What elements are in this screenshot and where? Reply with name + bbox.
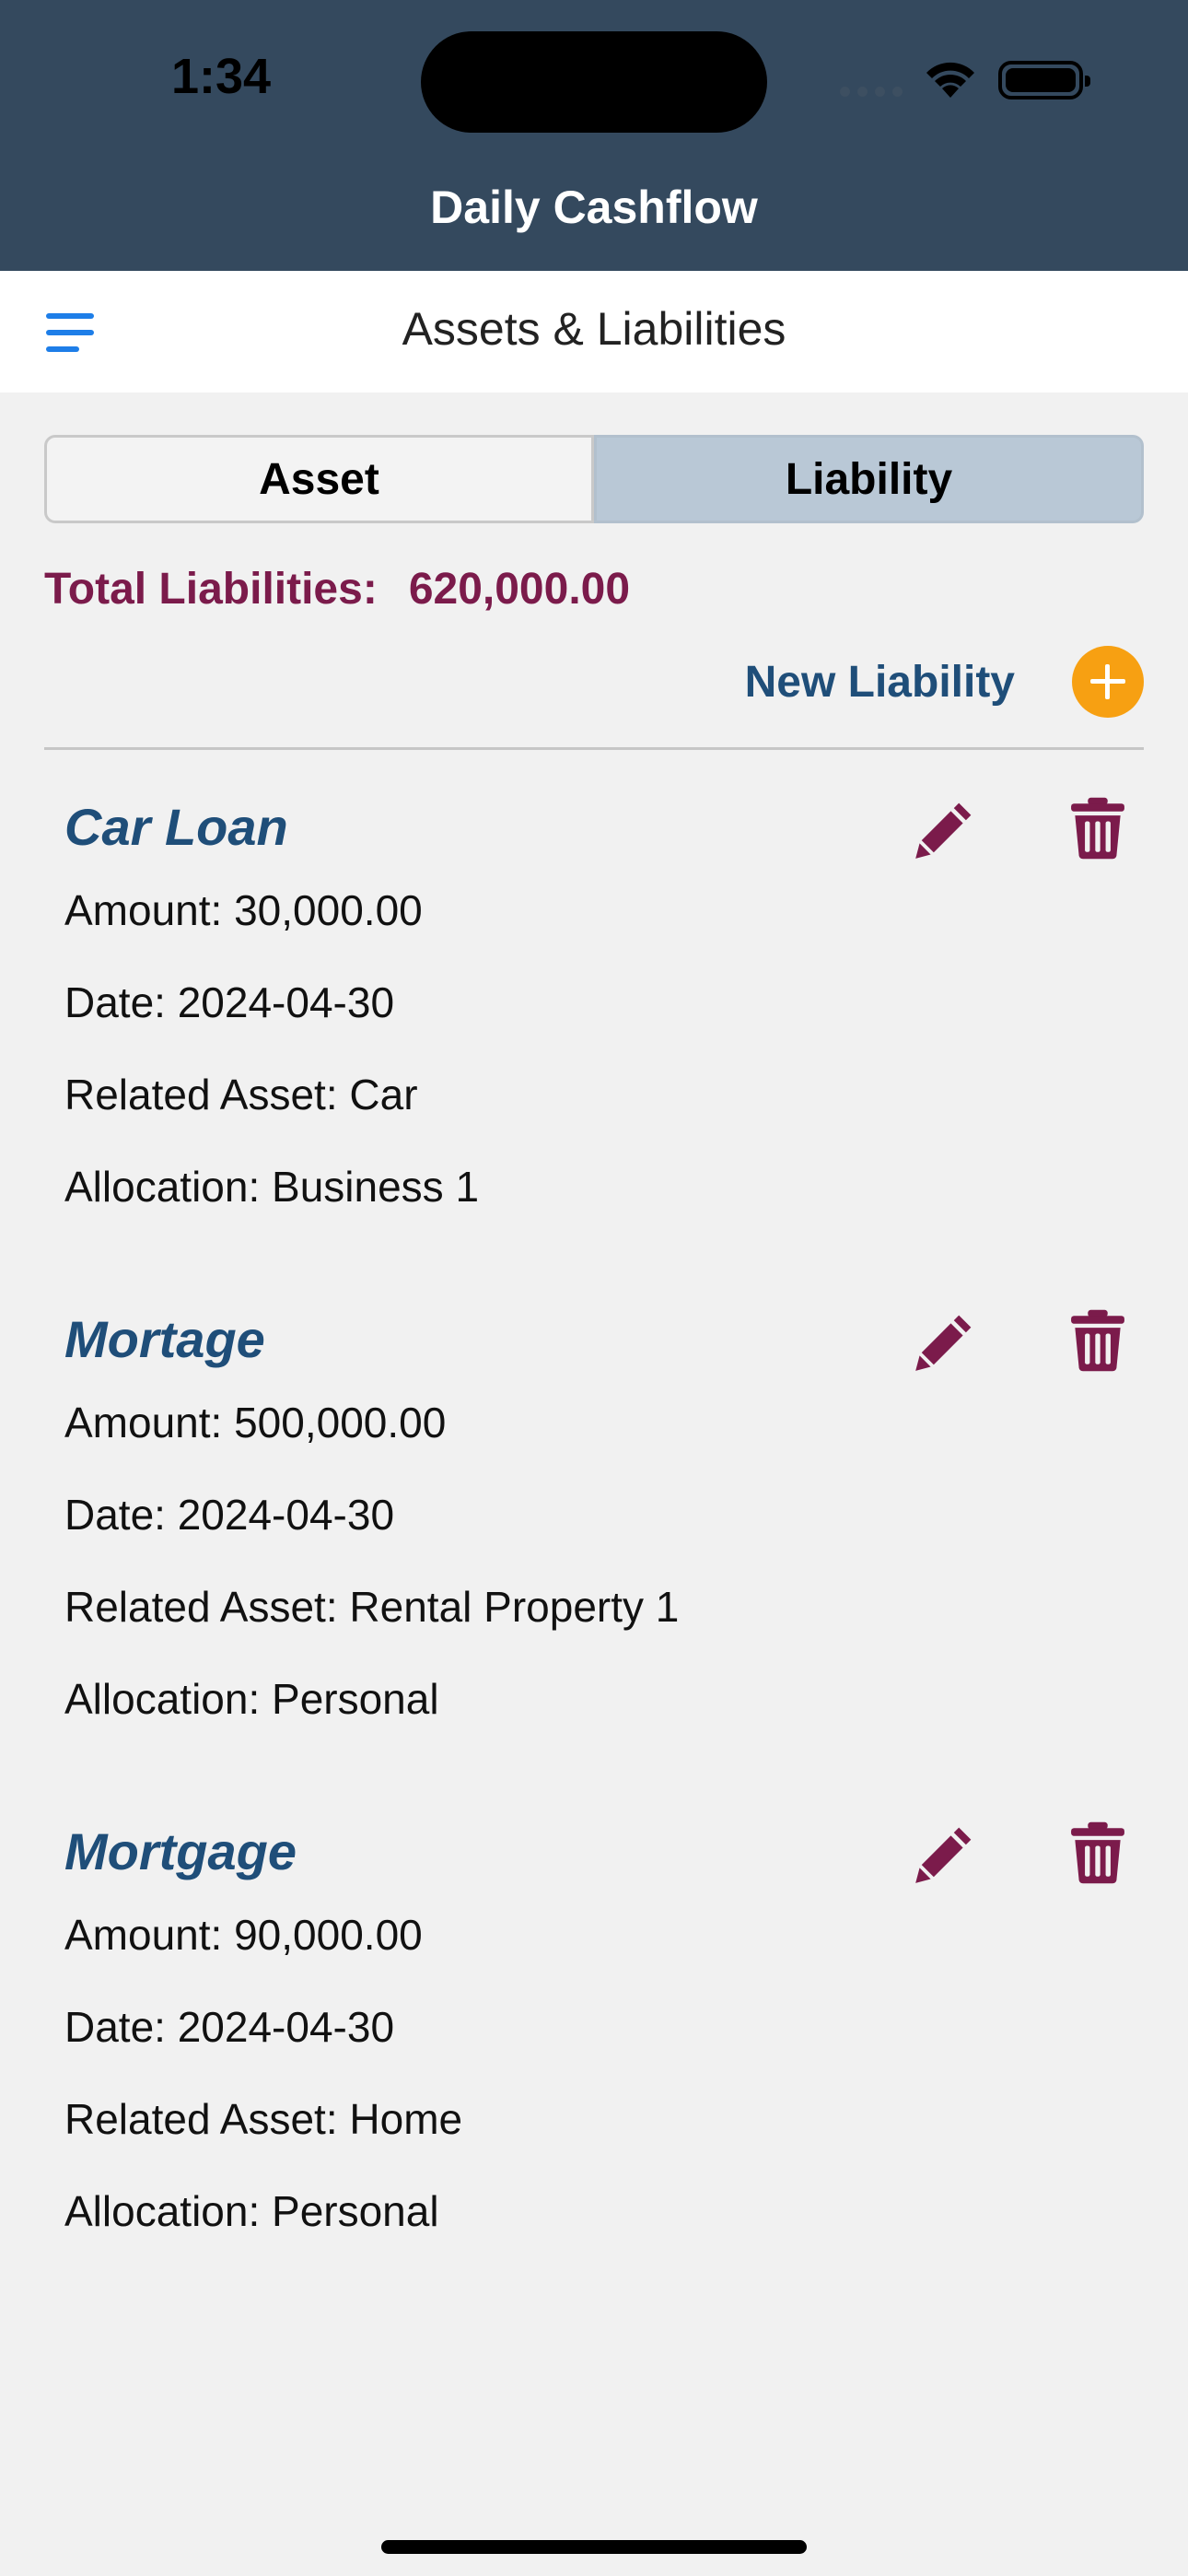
pencil-icon[interactable] [914, 796, 978, 861]
cellular-signal-icon [840, 87, 903, 97]
home-indicator[interactable] [381, 2540, 807, 2554]
trash-icon[interactable] [1070, 1308, 1125, 1373]
new-liability-row: New Liability [745, 645, 1144, 719]
liability-related-asset: Related Asset: Home [64, 2095, 463, 2143]
liability-item: Mortgage Amount: 90,000.00 Date: 2024-04… [64, 1815, 1124, 2257]
tab-asset[interactable]: Asset [44, 435, 594, 523]
top-bar: 1:34 Daily Cashflow [0, 0, 1188, 271]
liability-amount: Amount: 500,000.00 [64, 1399, 447, 1446]
liability-item: Car Loan Amount: 30,000.00 Date: 2024-04… [64, 790, 1124, 1233]
page-title: Assets & Liabilities [402, 303, 786, 355]
liability-related-asset: Related Asset: Rental Property 1 [64, 1583, 680, 1631]
liability-related-asset: Related Asset: Car [64, 1071, 418, 1118]
app-title: Daily Cashflow [430, 181, 758, 233]
liability-allocation: Allocation: Personal [64, 1675, 439, 1723]
liability-amount: Amount: 30,000.00 [64, 886, 423, 934]
liability-item: Mortage Amount: 500,000.00 Date: 2024-04… [64, 1303, 1124, 1745]
total-liabilities-label: Total Liabilities: [44, 565, 378, 614]
liability-allocation: Allocation: Personal [64, 2187, 439, 2235]
status-time: 1:34 [171, 49, 272, 104]
total-liabilities-value: 620,000.00 [408, 565, 631, 614]
liability-date: Date: 2024-04-30 [64, 1491, 395, 1539]
trash-icon[interactable] [1070, 1821, 1125, 1885]
nav-header: Assets & Liabilities [0, 271, 1188, 392]
plus-circle-icon[interactable] [1072, 646, 1144, 718]
new-liability-label[interactable]: New Liability [745, 657, 1015, 708]
tab-liability[interactable]: Liability [594, 435, 1144, 523]
screen: 1:34 Daily Cashflow Assets & Liabilities… [0, 0, 1188, 2576]
battery-icon [998, 61, 1090, 100]
trash-icon[interactable] [1070, 796, 1125, 861]
total-liabilities: Total Liabilities: 620,000.00 [44, 564, 630, 615]
asset-liability-segmented-control: Asset Liability [44, 435, 1144, 523]
liability-allocation: Allocation: Business 1 [64, 1163, 480, 1211]
wifi-icon [926, 62, 974, 98]
liability-date: Date: 2024-04-30 [64, 978, 395, 1026]
pencil-icon[interactable] [914, 1308, 978, 1373]
liability-amount: Amount: 90,000.00 [64, 1911, 423, 1959]
dynamic-island [421, 31, 767, 133]
pencil-icon[interactable] [914, 1821, 978, 1885]
divider [44, 747, 1144, 750]
liability-date: Date: 2024-04-30 [64, 2003, 395, 2051]
